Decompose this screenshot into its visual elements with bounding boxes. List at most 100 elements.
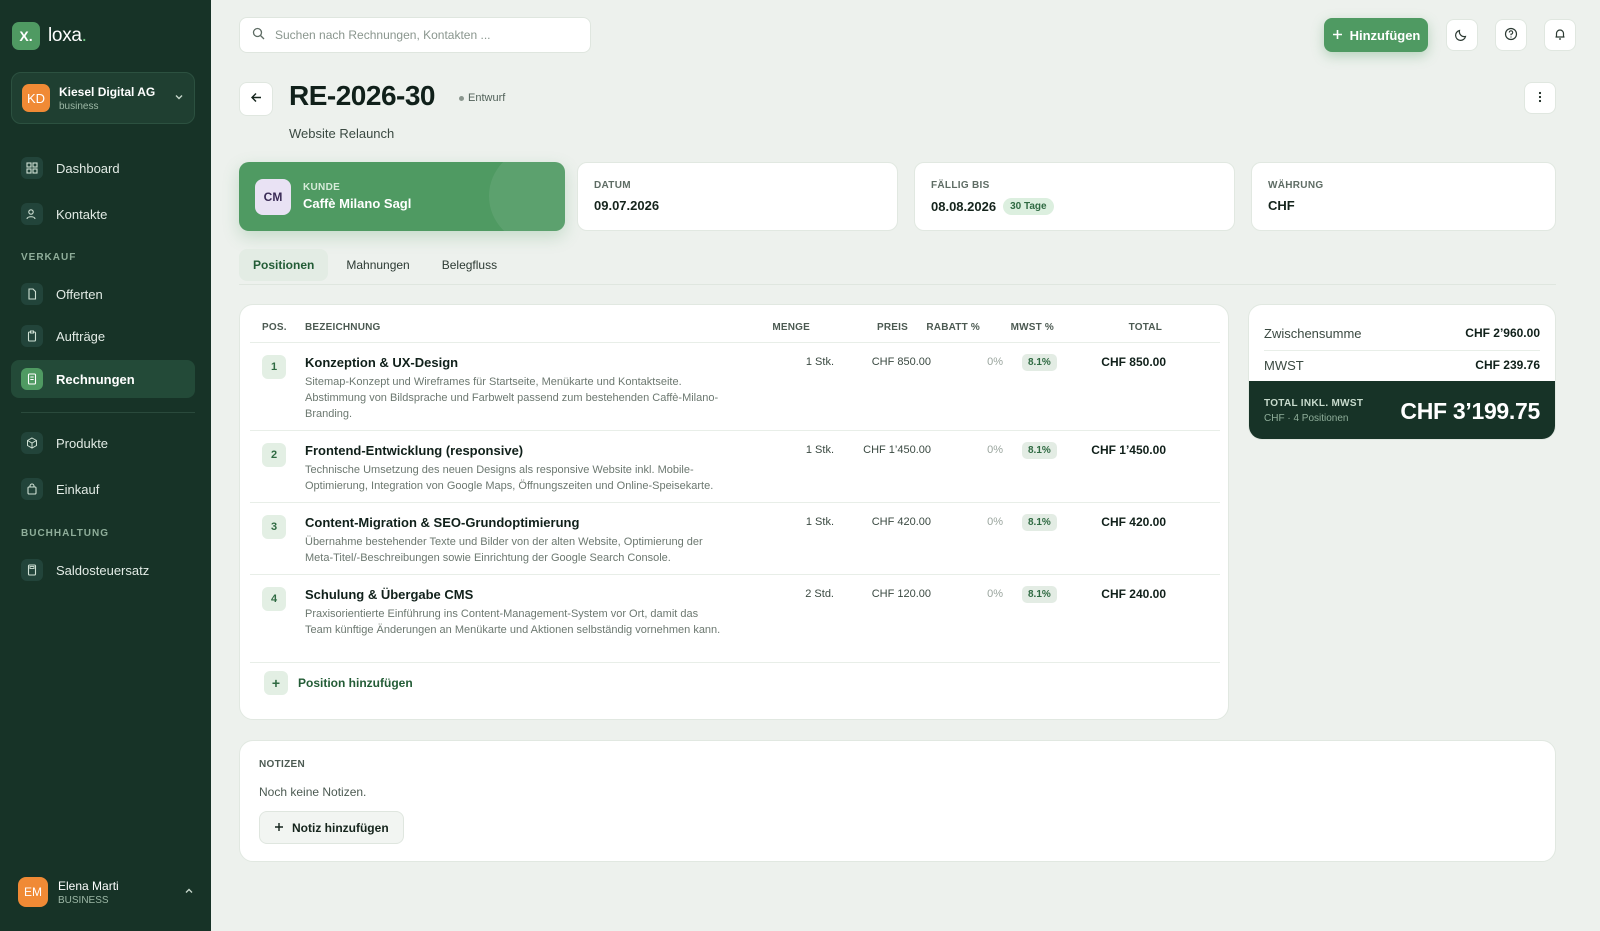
user-name: Elena Marti <box>58 878 119 893</box>
notes-label: NOTIZEN <box>259 759 305 770</box>
sidebar-item-products[interactable]: Produkte <box>11 424 195 462</box>
user-menu[interactable]: EM Elena Marti BUSINESS <box>18 877 194 907</box>
row-name[interactable]: Frontend-Entwicklung (responsive) <box>305 443 523 458</box>
org-plan: business <box>59 100 99 112</box>
search-input[interactable] <box>275 28 578 42</box>
row-name[interactable]: Konzeption & UX-Design <box>305 355 458 370</box>
row-discount[interactable]: 0% <box>987 444 1003 456</box>
sidebar-item-orders[interactable]: Aufträge <box>11 317 195 355</box>
brand[interactable]: X. loxa. <box>12 22 87 50</box>
contacts-icon <box>21 203 43 225</box>
help-button[interactable] <box>1495 19 1527 51</box>
row-description: Sitemap-Konzept und Wireframes für Start… <box>305 376 719 420</box>
tab-reminders[interactable]: Mahnungen <box>332 249 423 281</box>
table-row[interactable]: 4 Schulung & Übergabe CMS Praxisorientie… <box>250 574 1220 662</box>
customer-avatar: CM <box>255 178 291 215</box>
sidebar-item-purchasing[interactable]: Einkauf <box>11 470 195 508</box>
row-name[interactable]: Content-Migration & SEO-Grundoptimierung <box>305 515 579 530</box>
add-button[interactable]: Hinzufügen <box>1324 18 1428 52</box>
row-price[interactable]: CHF 120.00 <box>872 588 931 600</box>
row-total: CHF 1’450.00 <box>1091 443 1166 457</box>
clipboard-icon <box>21 325 43 347</box>
row-quantity[interactable]: 2 Std. <box>805 588 834 600</box>
search-icon <box>252 27 265 43</box>
row-number: 3 <box>262 515 286 539</box>
totals-summary: Zwischensumme CHF 2’960.00 MWST CHF 239.… <box>1248 304 1556 440</box>
table-row[interactable]: 1 Konzeption & UX-Design Sitemap-Konzept… <box>250 342 1220 430</box>
more-vertical-icon <box>1538 91 1542 106</box>
row-vat-badge[interactable]: 8.1% <box>1022 514 1057 531</box>
row-vat-badge[interactable]: 8.1% <box>1022 354 1057 371</box>
row-quantity[interactable]: 1 Stk. <box>806 516 834 528</box>
notes-empty-text: Noch keine Notizen. <box>259 785 367 799</box>
chevron-down-icon <box>174 92 184 105</box>
sidebar-item-label: Saldosteuersatz <box>56 562 150 578</box>
sidebar-item-contacts[interactable]: Kontakte <box>11 195 195 233</box>
grand-total-value: CHF 3’199.75 <box>1400 397 1540 424</box>
date-label: DATUM <box>594 180 631 191</box>
notes-section: NOTIZEN Noch keine Notizen. Notiz hinzuf… <box>239 740 1556 862</box>
customer-card[interactable]: CM KUNDE Caffè Milano Sagl <box>239 162 565 231</box>
tab-document-flow[interactable]: Belegfluss <box>428 249 511 281</box>
row-quantity[interactable]: 1 Stk. <box>806 444 834 456</box>
table-row[interactable]: 2 Frontend-Entwicklung (responsive) Tech… <box>250 430 1220 502</box>
col-total: TOTAL <box>1128 322 1162 333</box>
search-bar[interactable] <box>239 17 591 53</box>
row-number: 2 <box>262 443 286 467</box>
line-items-table: POS. BEZEICHNUNG MENGE PREIS RABATT % MW… <box>239 304 1229 720</box>
col-discount: RABATT % <box>926 322 980 333</box>
back-button[interactable] <box>239 82 273 116</box>
user-role: BUSINESS <box>58 894 109 906</box>
summary-divider <box>1264 350 1540 351</box>
brand-name: loxa. <box>48 25 87 46</box>
add-position-button[interactable]: + Position hinzufügen <box>264 671 413 695</box>
row-vat-badge[interactable]: 8.1% <box>1022 442 1057 459</box>
sidebar-item-tax-rate[interactable]: Saldosteuersatz <box>11 551 195 589</box>
row-total: CHF 420.00 <box>1101 515 1166 529</box>
row-quantity[interactable]: 1 Stk. <box>806 356 834 368</box>
sidebar-item-label: Einkauf <box>56 481 100 497</box>
tab-positions[interactable]: Positionen <box>239 249 329 281</box>
more-options-button[interactable] <box>1524 82 1556 114</box>
plus-icon <box>274 821 284 835</box>
row-name[interactable]: Schulung & Übergabe CMS <box>305 587 473 602</box>
due-date-card[interactable]: FÄLLIG BIS 08.08.2026 30 Tage <box>914 162 1235 231</box>
theme-toggle-button[interactable] <box>1446 19 1478 51</box>
notifications-button[interactable] <box>1544 19 1576 51</box>
sidebar-item-invoices[interactable]: Rechnungen <box>11 360 195 398</box>
grand-total-label: TOTAL INKL. MWST <box>1264 398 1364 409</box>
sidebar-item-offers[interactable]: Offerten <box>11 275 195 313</box>
row-number: 4 <box>262 587 286 611</box>
document-icon <box>21 283 43 305</box>
sidebar-item-label: Produkte <box>56 435 109 451</box>
row-price[interactable]: CHF 1’450.00 <box>863 444 931 456</box>
brand-logo: X. <box>12 22 40 50</box>
currency-label: WÄHRUNG <box>1268 180 1324 191</box>
chevron-up-icon <box>184 886 194 899</box>
row-number: 1 <box>262 355 286 379</box>
vat-label: MWST <box>1264 358 1304 373</box>
date-card[interactable]: DATUM 09.07.2026 <box>577 162 898 231</box>
col-vat: MWST % <box>1010 322 1054 333</box>
row-discount[interactable]: 0% <box>987 588 1003 600</box>
grand-total: TOTAL INKL. MWST CHF · 4 Positionen CHF … <box>1249 381 1555 439</box>
currency-card[interactable]: WÄHRUNG CHF <box>1251 162 1556 231</box>
decorative-circle <box>489 162 565 231</box>
row-vat-badge[interactable]: 8.1% <box>1022 586 1057 603</box>
vat-row: MWST CHF 239.76 <box>1264 358 1540 373</box>
bell-icon <box>1553 27 1567 44</box>
nav-section-accounting: BUCHHALTUNG <box>21 528 110 539</box>
add-note-button[interactable]: Notiz hinzufügen <box>259 811 404 844</box>
sidebar-item-dashboard[interactable]: Dashboard <box>11 149 195 187</box>
subtotal-row: Zwischensumme CHF 2’960.00 <box>1264 326 1540 341</box>
row-discount[interactable]: 0% <box>987 356 1003 368</box>
row-discount[interactable]: 0% <box>987 516 1003 528</box>
row-price[interactable]: CHF 850.00 <box>872 356 931 368</box>
dashboard-icon <box>21 157 43 179</box>
vat-value: CHF 239.76 <box>1475 358 1540 372</box>
org-avatar: KD <box>22 84 50 112</box>
table-row[interactable]: 3 Content-Migration & SEO-Grundoptimieru… <box>250 502 1220 574</box>
due-label: FÄLLIG BIS <box>931 180 990 191</box>
org-switcher[interactable]: KD Kiesel Digital AG business <box>11 72 195 124</box>
row-price[interactable]: CHF 420.00 <box>872 516 931 528</box>
